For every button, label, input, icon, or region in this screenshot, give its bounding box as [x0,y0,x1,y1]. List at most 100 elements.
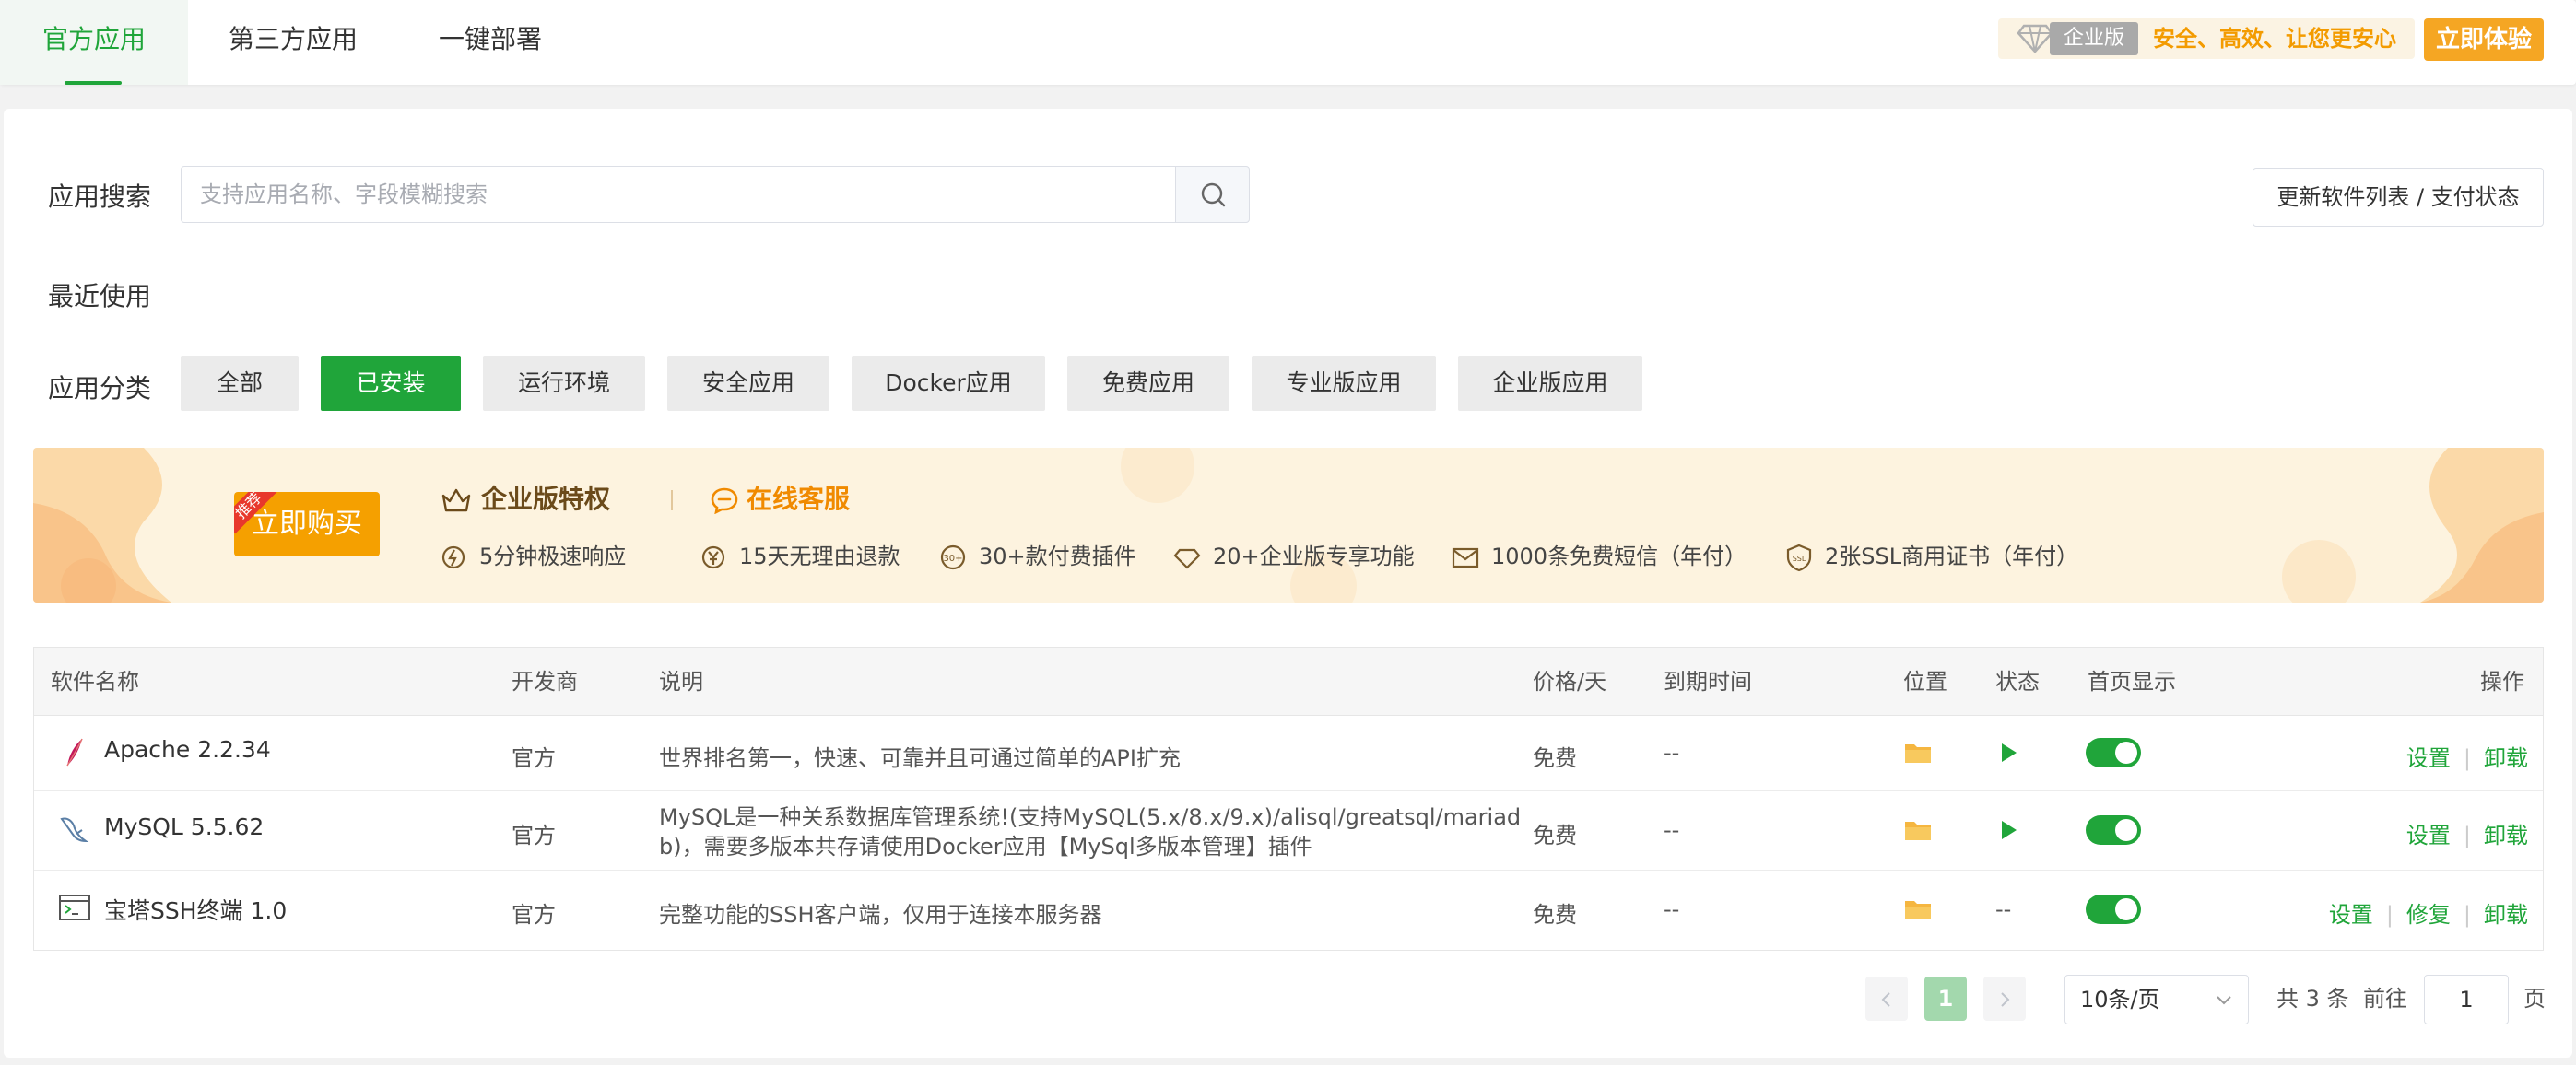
feature-paid-plugins: 30+ 30+款付费插件 [938,538,1136,575]
action-separator: | [2463,823,2471,848]
buy-now-label: 立即购买 [252,508,362,540]
homepage-toggle[interactable] [2086,895,2141,924]
header-status: 状态 [1995,669,2040,695]
play-icon[interactable] [1997,818,2019,842]
enterprise-promo-banner: 立即购买 推荐 企业版特权 在线客服 5分钟极速响应 15天无理由退款 30+ 3… [33,448,2544,603]
software-name[interactable]: Apache 2.2.34 [104,736,271,763]
apache-feather-icon [66,738,83,767]
promo-right-decoration [2282,448,2544,603]
homepage-toggle[interactable] [2086,738,2141,767]
feature-text: 2张SSL商用证书（年付） [1825,544,2079,569]
header-expire[interactable]: 到期时间 [1664,648,1752,716]
category-security[interactable]: 安全应用 [667,356,829,411]
category-runtime[interactable]: 运行环境 [483,356,645,411]
plugins-icon: 30+ [940,544,966,570]
tab-active-indicator [65,81,122,85]
row-actions: 设置 | 卸载 [2406,740,2528,772]
software-expire: -- [1664,817,1680,843]
software-status: -- [1995,896,2012,922]
homepage-toggle[interactable] [2086,815,2141,845]
crown-icon [441,488,471,512]
row-actions: 设置 | 卸载 [2406,817,2528,849]
total-count: 共 3 条 [2276,986,2349,1012]
page-size-select[interactable]: 10条/页 [2064,975,2249,1024]
search-icon [1201,182,1226,207]
settings-link[interactable]: 设置 [2406,745,2451,771]
software-table: 软件名称 开发商 说明 价格/天 到期时间 位置 状态 首页显示 操作 Apac… [33,647,2544,951]
page-number-current[interactable]: 1 [1924,977,1967,1021]
chevron-right-icon [2001,992,2010,1007]
search-label: 应用搜索 [48,181,152,212]
tab-third-party-apps[interactable]: 第三方应用 [205,0,382,85]
software-description: 世界排名第一，快速、可靠并且可通过简单的API扩充 [659,745,1181,771]
table-row: Apache 2.2.34 官方 世界排名第一，快速、可靠并且可通过简单的API… [34,716,2543,791]
repair-link[interactable]: 修复 [2406,902,2451,928]
uninstall-link[interactable]: 卸载 [2484,902,2528,928]
search-box [181,166,1176,223]
folder-icon[interactable] [1903,740,1933,766]
header-location: 位置 [1903,669,1947,695]
folder-icon[interactable] [1903,817,1933,843]
software-description: MySQL是一种关系数据库管理系统!(支持MySQL(5.x/8.x/9.x)/… [659,802,1521,861]
software-description: 完整功能的SSH客户端，仅用于连接本服务器 [659,902,1102,928]
try-now-button[interactable]: 立即体验 [2424,18,2544,61]
buy-now-button[interactable]: 立即购买 推荐 [234,492,380,556]
header-developer: 开发商 [512,669,578,695]
settings-link[interactable]: 设置 [2329,902,2373,928]
chevron-left-icon [1881,992,1890,1007]
tab-one-click-deploy[interactable]: 一键部署 [409,0,571,85]
diamond-icon [1173,548,1201,569]
header-actions: 操作 [2480,669,2524,695]
uninstall-link[interactable]: 卸载 [2484,745,2528,771]
online-service-link[interactable]: 在线客服 [710,481,850,518]
feature-free-sms: 1000条免费短信（年付） [1451,538,1747,575]
category-docker[interactable]: Docker应用 [852,356,1045,411]
software-price: 免费 [1533,902,1577,928]
feature-ssl-certs: SSL 2张SSL商用证书（年付） [1784,538,2078,575]
play-icon[interactable] [1997,741,2019,765]
settings-link[interactable]: 设置 [2406,823,2451,848]
search-button[interactable] [1175,166,1250,223]
software-name[interactable]: MySQL 5.5.62 [104,813,264,840]
header-description: 说明 [659,669,703,695]
svg-text:30+: 30+ [943,554,962,564]
table-row: MySQL 5.5.62 官方 MySQL是一种关系数据库管理系统!(支持MyS… [34,791,2543,871]
category-all[interactable]: 全部 [181,356,299,411]
enterprise-slogan: 安全、高效、让您更安心 [2153,26,2396,52]
software-name[interactable]: 宝塔SSH终端 1.0 [104,893,287,926]
feature-refund: 15天无理由退款 [699,538,900,575]
action-separator: | [2463,745,2471,771]
svg-text:SSL: SSL [1793,555,1806,563]
tab-official-apps[interactable]: 官方应用 [0,0,188,85]
feature-text: 5分钟极速响应 [479,544,627,569]
update-software-list-button[interactable]: 更新软件列表 / 支付状态 [2253,168,2544,227]
table-header: 软件名称 开发商 说明 价格/天 到期时间 位置 状态 首页显示 操作 [34,648,2543,716]
category-free[interactable]: 免费应用 [1067,356,1229,411]
uninstall-link[interactable]: 卸载 [2484,823,2528,848]
software-expire: -- [1664,896,1680,922]
next-page-button[interactable] [1983,977,2026,1021]
header-price[interactable]: 价格/天 [1533,648,1606,716]
feature-text: 20+企业版专享功能 [1213,544,1415,569]
search-input[interactable] [182,167,1175,222]
top-tab-bar: 官方应用 第三方应用 一键部署 企业版 安全、高效、让您更安心 立即体验 [0,0,2576,85]
action-separator: | [2463,902,2471,928]
enterprise-banner[interactable]: 企业版 安全、高效、让您更安心 [1998,18,2415,59]
description-line: b)，需要多版本共存请使用Docker应用【MySql多版本管理】插件 [659,834,1312,860]
feature-text: 30+款付费插件 [979,544,1136,569]
promo-divider [671,490,673,510]
header-name[interactable]: 软件名称 [51,648,139,716]
category-pro[interactable]: 专业版应用 [1252,356,1436,411]
goto-label: 前往 [2363,986,2407,1012]
category-installed[interactable]: 已安装 [321,356,461,411]
prev-page-button[interactable] [1865,977,1908,1021]
goto-page-input[interactable]: 1 [2424,975,2509,1024]
header-homepage: 首页显示 [2088,669,2176,695]
diamond-icon [2017,24,2053,53]
description-line: MySQL是一种关系数据库管理系统!(支持MySQL(5.x/8.x/9.x)/… [659,804,1522,830]
privilege-title-text: 企业版特权 [481,484,611,514]
software-price: 免费 [1533,745,1577,771]
folder-icon[interactable] [1903,896,1933,922]
online-service-text: 在线客服 [747,484,851,514]
category-enterprise[interactable]: 企业版应用 [1458,356,1642,411]
